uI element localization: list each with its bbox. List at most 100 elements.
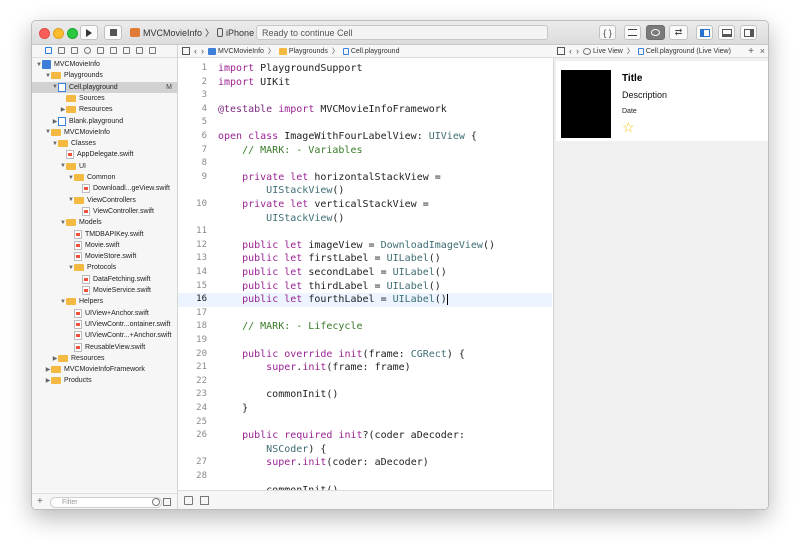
- file-tree-item[interactable]: ▶ MVCMovieInfoFramework: [45, 364, 145, 375]
- debug-icon[interactable]: [123, 47, 130, 54]
- back-arrow-icon[interactable]: ‹: [194, 46, 197, 56]
- close-icon[interactable]: ×: [760, 46, 765, 56]
- zoom-window-button[interactable]: [67, 28, 78, 39]
- file-tree-item[interactable]: ▼ Cell.playground M: [32, 81, 178, 93]
- assistant-editor-button[interactable]: [646, 25, 665, 40]
- recent-files-icon[interactable]: [152, 498, 160, 506]
- scheme-selector[interactable]: MVCMovieInfo 〉 iPhone Xs: [130, 25, 267, 40]
- code-line[interactable]: 3: [178, 89, 552, 103]
- file-tree-item[interactable]: Downloadl...geView.swift: [76, 183, 170, 194]
- version-editor-button[interactable]: ⇄: [669, 25, 688, 40]
- issue-icon[interactable]: [97, 47, 104, 54]
- code-line[interactable]: 13 public let firstLabel = UILabel(): [178, 252, 552, 266]
- code-line[interactable]: 23 commonInit(): [178, 388, 552, 402]
- modified-files-icon[interactable]: [163, 498, 171, 506]
- code-line[interactable]: 17: [178, 307, 552, 321]
- code-line[interactable]: 22: [178, 375, 552, 389]
- filter-field[interactable]: Filter: [50, 497, 162, 508]
- code-line[interactable]: 25: [178, 416, 552, 430]
- code-line[interactable]: 10 private let verticalStackView =: [178, 198, 552, 212]
- code-line[interactable]: 26 public required init?(coder aDecoder:: [178, 429, 552, 443]
- file-tree-item[interactable]: UIViewContr...+Anchor.swift: [68, 330, 171, 341]
- forward-arrow-icon[interactable]: ›: [576, 46, 579, 56]
- file-tree-item[interactable]: MovieService.swift: [76, 285, 151, 296]
- code-line[interactable]: NSCoder) {: [178, 443, 552, 457]
- file-tree-item[interactable]: ViewController.swift: [76, 206, 154, 217]
- breadcrumb-folder[interactable]: Playgrounds: [278, 47, 328, 55]
- stop-button[interactable]: [104, 25, 122, 40]
- minimize-window-button[interactable]: [53, 28, 64, 39]
- code-editor[interactable]: 1 import PlaygroundSupport 2 import UIKit 3 4…: [178, 58, 552, 490]
- code-line[interactable]: UIStackView(): [178, 184, 552, 198]
- breadcrumb-project[interactable]: MVCMovieInfo: [208, 47, 264, 55]
- breadcrumb-live-view[interactable]: Live View: [583, 47, 623, 55]
- file-tree-item[interactable]: ▶ Blank.playground: [52, 116, 123, 127]
- file-tree-item[interactable]: ▼ ViewControllers: [68, 195, 136, 206]
- breadcrumb-live-file[interactable]: Cell.playground (Live View): [637, 47, 731, 55]
- find-icon[interactable]: [84, 47, 91, 54]
- close-window-button[interactable]: [39, 28, 50, 39]
- code-line[interactable]: 21 super.init(frame: frame): [178, 361, 552, 375]
- toggle-navigator-button[interactable]: [696, 25, 713, 40]
- file-tree-item[interactable]: TMDBAPIKey.swift: [68, 229, 144, 240]
- code-line[interactable]: 18 // MARK: - Lifecycle: [178, 320, 552, 334]
- code-line[interactable]: 4 @testable import MVCMovieInfoFramework: [178, 103, 552, 117]
- related-items-icon[interactable]: [557, 47, 565, 55]
- code-line[interactable]: 7 // MARK: - Variables: [178, 144, 552, 158]
- related-items-icon[interactable]: [182, 47, 190, 55]
- standard-editor-button[interactable]: [624, 25, 641, 40]
- folder-icon[interactable]: [45, 47, 52, 54]
- toggle-debug-area-button[interactable]: [718, 25, 735, 40]
- run-button[interactable]: [80, 25, 98, 40]
- back-arrow-icon[interactable]: ‹: [569, 46, 572, 56]
- library-button[interactable]: { }: [599, 25, 616, 40]
- file-tree-item[interactable]: ▼ UI: [60, 161, 86, 172]
- file-tree-item[interactable]: ▶ Resources: [52, 353, 104, 364]
- report-icon[interactable]: [149, 47, 156, 54]
- code-line[interactable]: 5: [178, 116, 552, 130]
- file-tree-item[interactable]: ▼ MVCMovieInfo: [36, 59, 100, 70]
- file-tree-item[interactable]: UIView+Anchor.swift: [68, 308, 149, 319]
- file-tree-item[interactable]: UIViewContr...ontainer.swift: [68, 319, 170, 330]
- breakpoint-icon[interactable]: [136, 47, 143, 54]
- add-editor-icon[interactable]: +: [748, 46, 754, 57]
- code-line[interactable]: 1 import PlaygroundSupport: [178, 62, 552, 76]
- code-line[interactable]: 12 public let imageView = DownloadImageV…: [178, 239, 552, 253]
- file-tree-item[interactable]: Sources: [60, 93, 105, 104]
- code-line[interactable]: 15 public let thirdLabel = UILabel(): [178, 280, 552, 294]
- code-line[interactable]: 2 import UIKit: [178, 76, 552, 90]
- show-results-icon[interactable]: [184, 496, 193, 505]
- file-tree-item[interactable]: Movie.swift: [68, 240, 120, 251]
- file-tree-item[interactable]: MovieStore.swift: [68, 251, 136, 262]
- code-line[interactable]: 6 open class ImageWithFourLabelView: UIVi…: [178, 130, 552, 144]
- code-line[interactable]: 19: [178, 334, 552, 348]
- code-line[interactable]: 20 public override init(frame: CGRect) {: [178, 348, 552, 362]
- file-tree-item[interactable]: ▼ Playgrounds: [45, 70, 103, 81]
- file-tree-item[interactable]: ▼ Helpers: [60, 296, 103, 307]
- file-tree-item[interactable]: ▼ MVCMovieInfo: [45, 127, 110, 138]
- file-tree-item[interactable]: ▶ Resources: [60, 104, 112, 115]
- code-line[interactable]: 16 public let fourthLabel = UILabel(): [178, 293, 552, 307]
- test-icon[interactable]: [110, 47, 117, 54]
- code-line[interactable]: 24 }: [178, 402, 552, 416]
- toggle-inspector-button[interactable]: [740, 25, 757, 40]
- code-line[interactable]: 27 super.init(coder: aDecoder): [178, 456, 552, 470]
- file-tree-item[interactable]: ▼ Protocols: [68, 262, 116, 273]
- execute-icon[interactable]: [200, 496, 209, 505]
- forward-arrow-icon[interactable]: ›: [201, 46, 204, 56]
- file-tree-item[interactable]: ▼ Common: [68, 172, 115, 183]
- symbol-icon[interactable]: [71, 47, 78, 54]
- file-tree-item[interactable]: ▼ Models: [60, 217, 102, 228]
- file-tree-item[interactable]: AppDelegate.swift: [60, 149, 133, 160]
- file-tree-item[interactable]: ▶ Products: [45, 375, 92, 386]
- code-line[interactable]: 8: [178, 157, 552, 171]
- code-line[interactable]: 9 private let horizontalStackView =: [178, 171, 552, 185]
- file-tree-item[interactable]: ▼ Classes: [52, 138, 96, 149]
- file-tree-item[interactable]: DataFetching.swift: [76, 274, 151, 285]
- file-tree-item[interactable]: ReusableView.swift: [68, 342, 145, 353]
- code-line[interactable]: 14 public let secondLabel = UILabel(): [178, 266, 552, 280]
- breadcrumb-file[interactable]: Cell.playground: [342, 47, 399, 55]
- code-line[interactable]: UIStackView(): [178, 212, 552, 226]
- source-control-icon[interactable]: [58, 47, 65, 54]
- code-line[interactable]: 11: [178, 225, 552, 239]
